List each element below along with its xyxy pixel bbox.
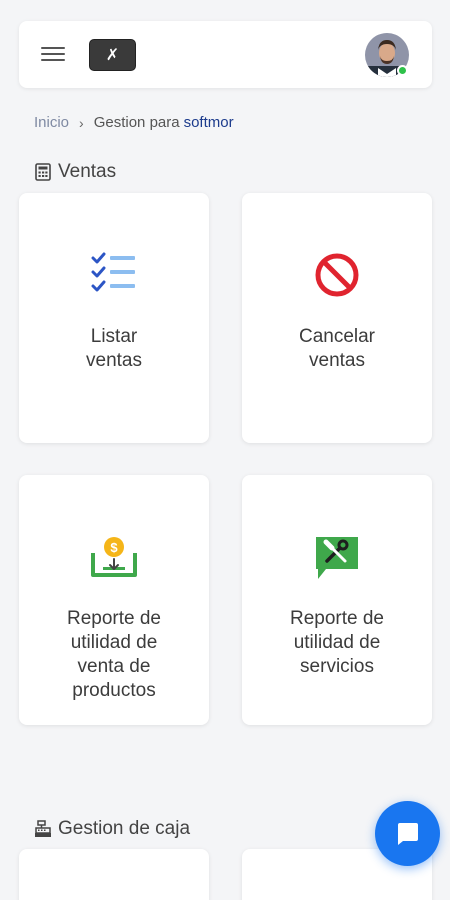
money-report-icon: $	[91, 537, 137, 577]
section-title-caja: Gestion de caja	[34, 818, 190, 840]
section-title-ventas-label: Ventas	[58, 161, 117, 182]
section-title-caja-label: Gestion de caja	[58, 818, 191, 839]
breadcrumb-home-link[interactable]: Inicio	[34, 114, 69, 131]
breadcrumb: Inicio › Gestion para softmor	[34, 114, 234, 131]
card-cancelar-ventas[interactable]: Cancelar ventas	[242, 193, 432, 443]
section-title-ventas: Ventas	[34, 161, 116, 183]
cancel-icon	[315, 253, 359, 297]
cash-register-icon	[35, 820, 51, 837]
card-reporte-utilidad-productos[interactable]: $ Reporte de utilidad de venta de produc…	[19, 475, 209, 725]
card-reporte-utilidad-servicios[interactable]: Reporte de utilidad de servicios	[242, 475, 432, 725]
calculator-icon	[35, 163, 51, 181]
page: ✗ Inicio › Gestion para softmor Ventas L…	[0, 0, 450, 900]
card-caja-1[interactable]	[19, 849, 209, 900]
checklist-icon	[91, 252, 135, 292]
breadcrumb-company: softmor	[183, 114, 234, 131]
user-avatar[interactable]	[364, 32, 410, 78]
tools-chat-icon	[316, 537, 358, 579]
app-logo[interactable]: ✗	[89, 39, 136, 71]
online-status-dot	[397, 65, 408, 76]
chat-bubble-icon	[397, 822, 418, 845]
breadcrumb-current: Gestion para	[93, 114, 180, 131]
card-label: Reporte de utilidad de venta de producto…	[66, 608, 161, 701]
chat-button[interactable]	[375, 801, 440, 866]
svg-text:$: $	[110, 540, 118, 555]
card-label: Reporte de utilidad de servicios	[289, 608, 384, 677]
top-bar: ✗	[19, 21, 432, 88]
card-label: Listar ventas	[86, 326, 142, 371]
card-label: Cancelar ventas	[298, 326, 376, 371]
breadcrumb-separator: ›	[79, 114, 84, 131]
card-listar-ventas[interactable]: Listar ventas	[19, 193, 209, 443]
menu-icon[interactable]	[41, 43, 65, 65]
